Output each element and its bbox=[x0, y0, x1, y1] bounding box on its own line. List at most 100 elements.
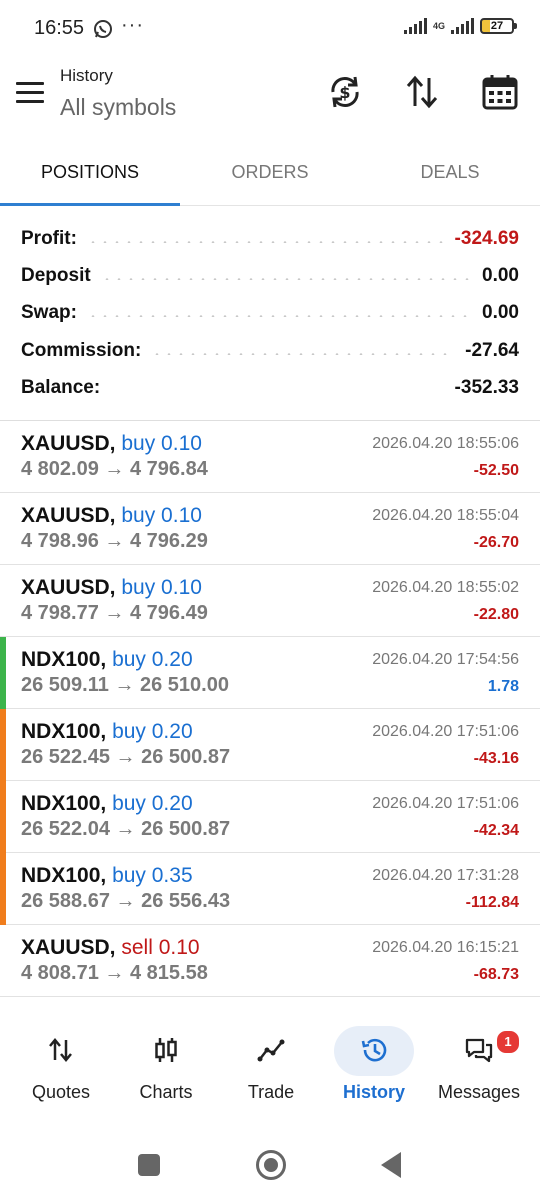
arrow-icon: → bbox=[115, 746, 136, 768]
trade-open-price: 26 522.45 bbox=[21, 746, 110, 768]
trade-icon bbox=[257, 1039, 285, 1062]
trade-close-price: 26 500.87 bbox=[141, 818, 231, 840]
history-screen: 16:55 ··· 4G 27 History All symbols $ PO… bbox=[0, 0, 540, 1200]
trade-side: buy 0.20 bbox=[112, 720, 193, 743]
unread-badge: 1 bbox=[495, 1029, 521, 1055]
arrow-icon: → bbox=[115, 890, 136, 912]
bottom-navigation: Quotes Charts Trade History 1 Messages bbox=[0, 1018, 540, 1118]
trade-open-price: 4 802.09 bbox=[21, 458, 99, 480]
network-type: 4G bbox=[432, 21, 445, 31]
trade-close-price: 4 815.58 bbox=[129, 962, 208, 984]
status-bar: 16:55 ··· 4G 27 bbox=[0, 0, 540, 58]
arrow-icon: → bbox=[104, 962, 125, 984]
trade-profit: -112.84 bbox=[465, 894, 519, 911]
trade-close-price: 4 796.29 bbox=[129, 530, 208, 552]
messages-icon bbox=[465, 1038, 493, 1063]
trade-profit: -68.73 bbox=[473, 966, 519, 983]
tab-orders[interactable]: ORDERS bbox=[180, 148, 360, 206]
svg-text:$: $ bbox=[339, 83, 350, 102]
trade-time: 2026.04.20 17:51:06 bbox=[372, 795, 519, 812]
charts-icon bbox=[155, 1038, 177, 1062]
nav-label: History bbox=[342, 1082, 405, 1102]
summary-value: 0.00 bbox=[482, 264, 519, 286]
trade-marker bbox=[0, 421, 6, 493]
trade-marker-green bbox=[0, 637, 6, 709]
system-navigation bbox=[0, 1138, 540, 1200]
summary-value: 0.00 bbox=[482, 301, 519, 323]
back-button[interactable] bbox=[381, 1152, 401, 1178]
trade-row[interactable]: XAUUSD, buy 0.10 4 798.77 → 4 796.49 202… bbox=[0, 565, 540, 637]
trade-row[interactable]: NDX100, buy 0.20 26 522.45 → 26 500.87 2… bbox=[0, 709, 540, 781]
trade-time: 2026.04.20 17:54:56 bbox=[372, 651, 519, 668]
trade-close-price: 4 796.49 bbox=[129, 602, 208, 624]
recents-button[interactable] bbox=[138, 1154, 160, 1176]
nav-label: Messages bbox=[437, 1082, 521, 1102]
trade-time: 2026.04.20 17:31:28 bbox=[372, 867, 519, 884]
summary-label: Balance: bbox=[21, 376, 101, 398]
nav-trade[interactable]: Trade bbox=[217, 1018, 325, 1118]
trade-row[interactable]: XAUUSD, buy 0.10 4 798.96 → 4 796.29 202… bbox=[0, 493, 540, 565]
status-indicators: 4G 27 bbox=[403, 18, 517, 34]
dotted-leader bbox=[86, 314, 473, 317]
trade-side: buy 0.20 bbox=[112, 792, 193, 815]
trade-row[interactable]: NDX100, buy 0.35 26 588.67 → 26 556.43 2… bbox=[0, 853, 540, 925]
nav-messages[interactable]: 1 Messages bbox=[425, 1018, 533, 1118]
battery-icon: 27 bbox=[480, 18, 517, 34]
trade-side: buy 0.10 bbox=[121, 576, 202, 599]
summary-row-swap: Swap: 0.00 bbox=[21, 294, 519, 331]
sort-icon[interactable] bbox=[402, 72, 442, 112]
trade-side: sell 0.10 bbox=[121, 936, 200, 959]
tab-deals[interactable]: DEALS bbox=[360, 148, 540, 206]
trade-time: 2026.04.20 18:55:02 bbox=[372, 579, 519, 596]
summary-row-balance: Balance: -352.33 bbox=[21, 369, 519, 406]
nav-history[interactable]: History bbox=[320, 1018, 428, 1118]
arrow-icon: → bbox=[115, 818, 136, 840]
trade-row[interactable]: NDX100, buy 0.20 26 509.11 → 26 510.00 2… bbox=[0, 637, 540, 709]
trade-open-price: 26 522.04 bbox=[21, 818, 110, 840]
currency-sync-icon[interactable]: $ bbox=[325, 72, 365, 112]
trade-row[interactable]: XAUUSD, buy 0.10 4 802.09 → 4 796.84 202… bbox=[0, 421, 540, 493]
calendar-icon[interactable] bbox=[480, 72, 520, 112]
trade-row[interactable]: NDX100, buy 0.20 26 522.04 → 26 500.87 2… bbox=[0, 781, 540, 853]
nav-label: Quotes bbox=[31, 1082, 91, 1102]
dotted-leader bbox=[86, 240, 445, 243]
trade-row[interactable]: XAUUSD, sell 0.10 4 808.71 → 4 815.58 20… bbox=[0, 925, 540, 997]
trade-symbol: XAUUSD, bbox=[21, 936, 116, 959]
trade-side: buy 0.10 bbox=[121, 504, 202, 527]
tab-positions[interactable]: POSITIONS bbox=[0, 148, 180, 206]
history-icon bbox=[361, 1038, 387, 1062]
nav-quotes[interactable]: Quotes bbox=[7, 1018, 115, 1118]
trade-symbol: XAUUSD, bbox=[21, 432, 116, 455]
summary-value: -324.69 bbox=[454, 227, 519, 249]
trade-marker-orange bbox=[0, 781, 6, 853]
status-more-icon: ··· bbox=[121, 14, 144, 36]
positions-list: XAUUSD, buy 0.10 4 802.09 → 4 796.84 202… bbox=[0, 421, 540, 997]
summary-label: Deposit bbox=[21, 264, 91, 286]
trade-marker-orange bbox=[0, 709, 6, 781]
trade-open-price: 26 509.11 bbox=[21, 674, 109, 696]
page-title: History bbox=[60, 66, 113, 85]
app-bar: History All symbols $ bbox=[0, 58, 540, 138]
menu-icon[interactable] bbox=[16, 82, 44, 104]
summary-value: -352.33 bbox=[454, 376, 519, 398]
trade-profit: 1.78 bbox=[487, 678, 519, 695]
trade-marker-orange bbox=[0, 853, 6, 925]
arrow-icon: → bbox=[114, 674, 135, 696]
trade-time: 2026.04.20 17:51:06 bbox=[372, 723, 519, 740]
summary-row-deposit: Deposit 0.00 bbox=[21, 257, 519, 294]
trade-side: buy 0.35 bbox=[112, 864, 193, 887]
trade-open-price: 4 798.77 bbox=[21, 602, 99, 624]
trade-symbol: NDX100, bbox=[21, 792, 107, 815]
trade-marker bbox=[0, 493, 6, 565]
home-button[interactable] bbox=[256, 1150, 286, 1180]
trade-time: 2026.04.20 18:55:06 bbox=[372, 435, 519, 452]
trade-side: buy 0.10 bbox=[121, 432, 202, 455]
symbol-filter[interactable]: All symbols bbox=[60, 94, 176, 121]
summary-label: Profit: bbox=[21, 227, 77, 249]
status-time: 16:55 bbox=[34, 17, 85, 39]
arrow-icon: → bbox=[104, 530, 125, 552]
trade-symbol: NDX100, bbox=[21, 864, 107, 887]
trade-profit: -26.70 bbox=[473, 534, 519, 551]
nav-charts[interactable]: Charts bbox=[112, 1018, 220, 1118]
trade-time: 2026.04.20 18:55:04 bbox=[372, 507, 519, 524]
